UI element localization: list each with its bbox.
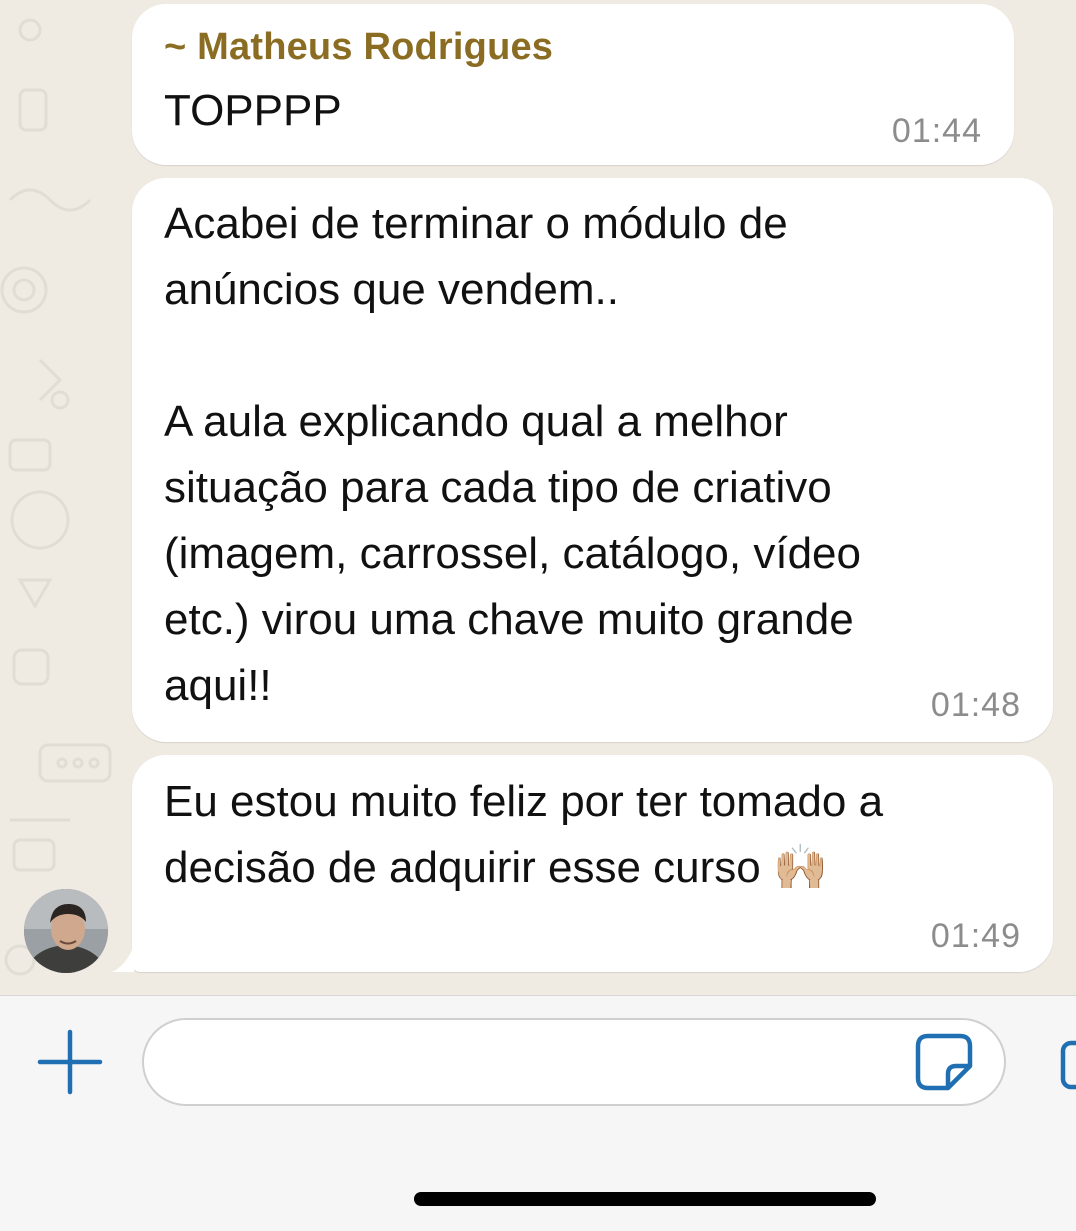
message-timestamp: 01:48 (930, 686, 1021, 724)
sender-name[interactable]: ~ Matheus Rodrigues (164, 26, 553, 69)
bubble-tail (112, 944, 134, 972)
sender-avatar[interactable] (24, 889, 108, 973)
message-text: Eu estou muito feliz por ter tomado a de… (164, 777, 884, 892)
message-bubble[interactable]: Acabei de terminar o módulo de anúncios … (132, 178, 1053, 742)
message-timestamp: 01:44 (891, 112, 982, 150)
wallpaper-doodles (0, 18, 112, 976)
message-timestamp: 01:49 (930, 917, 1021, 955)
message-text: Acabei de terminar o módulo de anúncios … (164, 199, 861, 710)
avatar-photo (24, 889, 108, 973)
message-bubble[interactable]: Eu estou muito feliz por ter tomado a de… (132, 755, 1053, 972)
message-text: TOPPPP (164, 86, 342, 135)
sticker-icon[interactable] (912, 1030, 976, 1094)
camera-icon[interactable] (1060, 1040, 1076, 1090)
chat-area[interactable]: ~ Matheus Rodrigues TOPPPP 01:44 Acabei … (0, 0, 1076, 995)
home-indicator (414, 1192, 876, 1206)
message-input[interactable] (142, 1018, 1006, 1106)
message-bubble[interactable]: ~ Matheus Rodrigues TOPPPP 01:44 (132, 4, 1014, 165)
plus-icon[interactable] (34, 1026, 106, 1098)
message-composer (0, 995, 1076, 1231)
